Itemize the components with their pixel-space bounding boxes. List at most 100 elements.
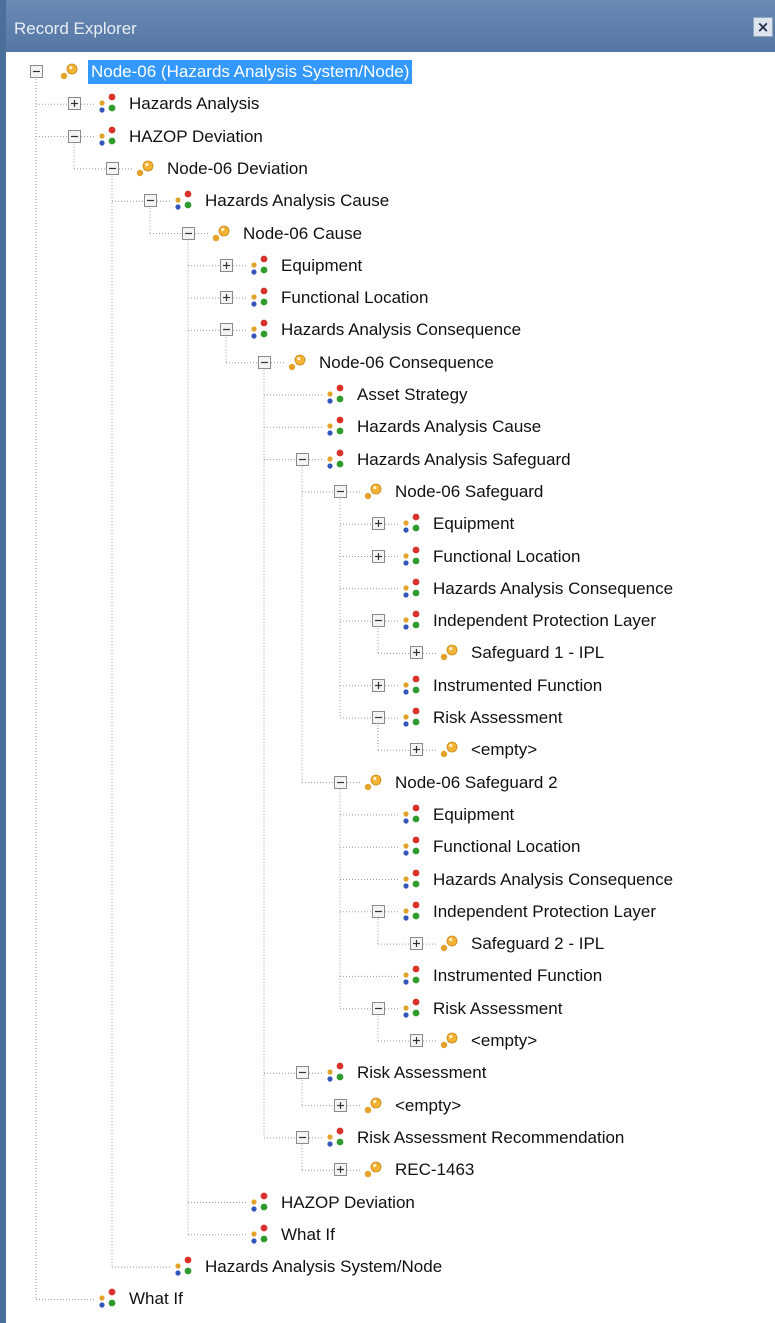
- tree-node-label[interactable]: Risk Assessment: [430, 997, 565, 1021]
- expand-icon[interactable]: [372, 549, 385, 563]
- tree-node-label[interactable]: Hazards Analysis Consequence: [278, 318, 524, 342]
- expand-icon[interactable]: [372, 517, 385, 531]
- tree-node-label[interactable]: Hazards Analysis Consequence: [430, 577, 676, 601]
- collapse-icon[interactable]: [258, 355, 271, 369]
- tree-node-label[interactable]: Hazards Analysis: [126, 92, 262, 116]
- collapse-icon[interactable]: [372, 904, 385, 918]
- tree-node[interactable]: What If: [6, 1287, 775, 1311]
- tree-node[interactable]: Risk Assessment Recommendation: [6, 1126, 775, 1150]
- tree-node[interactable]: Node-06 Deviation: [6, 157, 775, 181]
- tree-node-label[interactable]: Independent Protection Layer: [430, 900, 659, 924]
- expand-icon[interactable]: [410, 937, 423, 951]
- tree-node-label[interactable]: What If: [126, 1287, 186, 1311]
- tree-node-label[interactable]: Functional Location: [430, 545, 583, 569]
- collapse-icon[interactable]: [182, 226, 195, 240]
- tree-node[interactable]: Node-06 Cause: [6, 222, 775, 246]
- expand-icon[interactable]: [372, 678, 385, 692]
- tree-node-label[interactable]: Hazards Analysis Safeguard: [354, 448, 574, 472]
- tree-node-label[interactable]: Instrumented Function: [430, 964, 605, 988]
- tree-node[interactable]: <empty>: [6, 1094, 775, 1118]
- tree-node[interactable]: Safeguard 1 - IPL: [6, 641, 775, 665]
- tree-node[interactable]: Hazards Analysis Consequence: [6, 868, 775, 892]
- tree-node-label[interactable]: What If: [278, 1223, 338, 1247]
- tree-node[interactable]: Instrumented Function: [6, 964, 775, 988]
- tree-node[interactable]: Equipment: [6, 512, 775, 536]
- collapse-icon[interactable]: [68, 129, 81, 143]
- tree-node-label[interactable]: Hazards Analysis System/Node: [202, 1255, 445, 1279]
- collapse-icon[interactable]: [372, 711, 385, 724]
- tree-node[interactable]: What If: [6, 1223, 775, 1247]
- tree-node-label[interactable]: Hazards Analysis Cause: [354, 415, 544, 439]
- collapse-icon[interactable]: [30, 65, 43, 78]
- tree-node-label[interactable]: Node-06 Cause: [240, 222, 365, 246]
- tree-node-label[interactable]: Equipment: [278, 254, 365, 278]
- tree-node[interactable]: Equipment: [6, 254, 775, 278]
- tree-node[interactable]: Independent Protection Layer: [6, 609, 775, 633]
- tree-node-label[interactable]: Hazards Analysis Consequence: [430, 868, 676, 892]
- tree-node[interactable]: Hazards Analysis Safeguard: [6, 448, 775, 472]
- expand-icon[interactable]: [334, 1098, 347, 1112]
- collapse-icon[interactable]: [296, 452, 309, 466]
- collapse-icon[interactable]: [334, 484, 347, 498]
- tree-node-label[interactable]: Node-06 Safeguard 2: [392, 771, 561, 795]
- tree-node-label[interactable]: Risk Assessment Recommendation: [354, 1126, 627, 1150]
- tree-node[interactable]: Safeguard 2 - IPL: [6, 932, 775, 956]
- expand-icon[interactable]: [68, 97, 81, 111]
- tree-node[interactable]: Independent Protection Layer: [6, 900, 775, 924]
- tree-node-label[interactable]: <empty>: [468, 738, 540, 762]
- collapse-icon[interactable]: [296, 1130, 309, 1144]
- tree-node-label[interactable]: Functional Location: [430, 835, 583, 859]
- close-button[interactable]: ×: [753, 17, 773, 37]
- expand-icon[interactable]: [410, 646, 423, 660]
- tree-node[interactable]: Functional Location: [6, 835, 775, 859]
- tree-node[interactable]: Node-06 Consequence: [6, 351, 775, 375]
- tree-node-label[interactable]: HAZOP Deviation: [278, 1191, 418, 1215]
- tree-node[interactable]: <empty>: [6, 738, 775, 762]
- tree-node[interactable]: Hazards Analysis Consequence: [6, 577, 775, 601]
- tree-node[interactable]: Hazards Analysis Consequence: [6, 318, 775, 342]
- expand-icon[interactable]: [410, 743, 423, 757]
- tree-node[interactable]: Functional Location: [6, 286, 775, 310]
- tree-node[interactable]: Hazards Analysis System/Node: [6, 1255, 775, 1279]
- tree-node-label[interactable]: <empty>: [392, 1094, 464, 1118]
- expand-icon[interactable]: [220, 258, 233, 272]
- tree-node[interactable]: HAZOP Deviation: [6, 1191, 775, 1215]
- tree-node[interactable]: Equipment: [6, 803, 775, 827]
- tree-node-label[interactable]: Equipment: [430, 803, 517, 827]
- tree-node-label[interactable]: Node-06 (Hazards Analysis System/Node): [88, 60, 413, 84]
- tree-node[interactable]: Risk Assessment: [6, 706, 775, 730]
- tree-node-label[interactable]: HAZOP Deviation: [126, 125, 266, 149]
- tree-node[interactable]: Node-06 Safeguard 2: [6, 771, 775, 795]
- tree-node[interactable]: Risk Assessment: [6, 1061, 775, 1085]
- tree-node[interactable]: <empty>: [6, 1029, 775, 1053]
- tree-node-label[interactable]: Independent Protection Layer: [430, 609, 659, 633]
- tree-node[interactable]: Hazards Analysis Cause: [6, 189, 775, 213]
- collapse-icon[interactable]: [372, 1001, 385, 1015]
- expand-icon[interactable]: [220, 291, 233, 305]
- tree-node[interactable]: Hazards Analysis Cause: [6, 415, 775, 439]
- tree-node-label[interactable]: Node-06 Safeguard: [392, 480, 546, 504]
- tree-node-label[interactable]: <empty>: [468, 1029, 540, 1053]
- close-icon[interactable]: ×: [757, 18, 770, 36]
- collapse-icon[interactable]: [296, 1066, 309, 1080]
- tree-node-label[interactable]: Safeguard 1 - IPL: [468, 641, 607, 665]
- collapse-icon[interactable]: [106, 161, 119, 175]
- tree-node-label[interactable]: REC-1463: [392, 1158, 477, 1182]
- tree-node-label[interactable]: Instrumented Function: [430, 674, 605, 698]
- tree-node-label[interactable]: Risk Assessment: [430, 706, 565, 730]
- tree-node[interactable]: REC-1463: [6, 1158, 775, 1182]
- tree-node[interactable]: Functional Location: [6, 545, 775, 569]
- tree-node-label[interactable]: Asset Strategy: [354, 383, 471, 407]
- collapse-icon[interactable]: [372, 614, 385, 628]
- expand-icon[interactable]: [410, 1034, 423, 1047]
- tree-node-label[interactable]: Functional Location: [278, 286, 431, 310]
- tree-node-label[interactable]: Equipment: [430, 512, 517, 536]
- tree-node[interactable]: Instrumented Function: [6, 674, 775, 698]
- collapse-icon[interactable]: [220, 323, 233, 337]
- collapse-icon[interactable]: [334, 775, 347, 789]
- tree-node[interactable]: HAZOP Deviation: [6, 125, 775, 149]
- tree-node[interactable]: Asset Strategy: [6, 383, 775, 407]
- tree-node[interactable]: Hazards Analysis: [6, 92, 775, 116]
- expand-icon[interactable]: [334, 1163, 347, 1177]
- collapse-icon[interactable]: [144, 194, 157, 208]
